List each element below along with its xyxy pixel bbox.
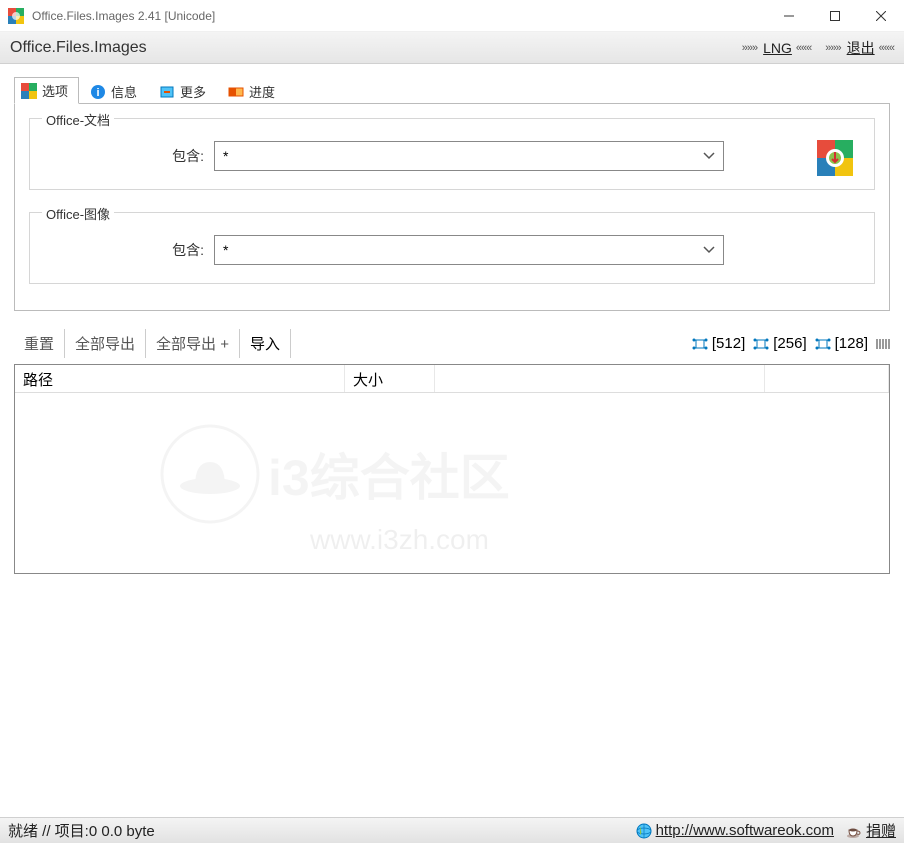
more-icon <box>159 84 175 100</box>
chevron-down-icon <box>703 152 715 160</box>
arrows-left-icon: »»» <box>742 42 757 54</box>
content-area: i3综合社区 www.i3zh.com 选项 i 信息 更多 进度 Off <box>0 64 904 817</box>
group-legend: Office-文档 <box>42 110 114 129</box>
tab-label: 更多 <box>180 82 206 101</box>
svg-text:i: i <box>96 87 99 99</box>
maximize-button[interactable] <box>812 0 858 32</box>
group-legend: Office-图像 <box>42 204 114 223</box>
combo-value: * <box>223 242 703 258</box>
list-view-icon[interactable] <box>876 337 890 351</box>
col-extra[interactable] <box>435 365 765 392</box>
website-link[interactable]: http://www.softwareok.com <box>656 822 834 839</box>
title-bar: Office.Files.Images 2.41 [Unicode] <box>0 0 904 32</box>
main-toolbar: Office.Files.Images »»» LNG ««« »»» 退出 «… <box>0 32 904 64</box>
app-icon <box>8 8 24 24</box>
import-button[interactable]: 导入 <box>240 329 291 358</box>
options-icon <box>21 83 37 99</box>
size-512-button[interactable]: [512] <box>692 335 745 352</box>
action-bar: 重置 全部导出 全部导出 + 导入 [512] [256] [128] <box>14 329 890 358</box>
tab-bar: 选项 i 信息 更多 进度 <box>14 78 890 104</box>
toolbar-title: Office.Files.Images <box>10 39 742 57</box>
office-image-group: Office-图像 包含: * <box>29 212 875 284</box>
options-panel: Office-文档 包含: * Office-图像 包含: * <box>14 103 890 311</box>
arrows-left-icon: »»» <box>825 42 840 54</box>
status-text: 就绪 // 项目:0 0.0 byte <box>8 820 155 841</box>
office-doc-group: Office-文档 包含: * <box>29 118 875 190</box>
chevron-down-icon <box>703 246 715 254</box>
size-icon <box>815 338 831 350</box>
col-path[interactable]: 路径 <box>15 365 345 392</box>
close-button[interactable] <box>858 0 904 32</box>
size-icon <box>753 338 769 350</box>
table-header: 路径 大小 <box>15 365 889 393</box>
coffee-icon <box>846 823 862 839</box>
results-table[interactable]: 路径 大小 <box>14 364 890 574</box>
include-label: 包含: <box>44 240 204 260</box>
combo-value: * <box>223 148 703 164</box>
status-bar: 就绪 // 项目:0 0.0 byte http://www.softwareo… <box>0 817 904 843</box>
col-size[interactable]: 大小 <box>345 365 435 392</box>
minimize-button[interactable] <box>766 0 812 32</box>
include-label: 包含: <box>44 146 204 166</box>
tab-more[interactable]: 更多 <box>152 78 217 104</box>
tab-label: 进度 <box>249 82 275 101</box>
info-icon: i <box>90 84 106 100</box>
progress-icon <box>228 84 244 100</box>
tab-progress[interactable]: 进度 <box>221 78 286 104</box>
image-include-combo[interactable]: * <box>214 235 724 265</box>
size-256-button[interactable]: [256] <box>753 335 806 352</box>
arrows-right-icon: ««« <box>796 42 811 54</box>
tab-label: 信息 <box>111 82 137 101</box>
size-icon <box>692 338 708 350</box>
tab-info[interactable]: i 信息 <box>83 78 148 104</box>
arrows-right-icon: ««« <box>879 42 894 54</box>
export-all-plus-button[interactable]: 全部导出 + <box>146 329 240 358</box>
tab-options[interactable]: 选项 <box>14 77 79 104</box>
doc-include-combo[interactable]: * <box>214 141 724 171</box>
donate-link[interactable]: 捐赠 <box>866 820 896 841</box>
exit-button[interactable]: 退出 <box>847 38 875 58</box>
size-128-button[interactable]: [128] <box>815 335 868 352</box>
language-button[interactable]: LNG <box>763 40 792 56</box>
globe-icon <box>636 823 652 839</box>
col-extra2[interactable] <box>765 365 889 392</box>
export-all-button[interactable]: 全部导出 <box>65 329 146 358</box>
tab-label: 选项 <box>42 81 68 100</box>
window-title: Office.Files.Images 2.41 [Unicode] <box>32 9 766 23</box>
reset-button[interactable]: 重置 <box>14 329 65 358</box>
